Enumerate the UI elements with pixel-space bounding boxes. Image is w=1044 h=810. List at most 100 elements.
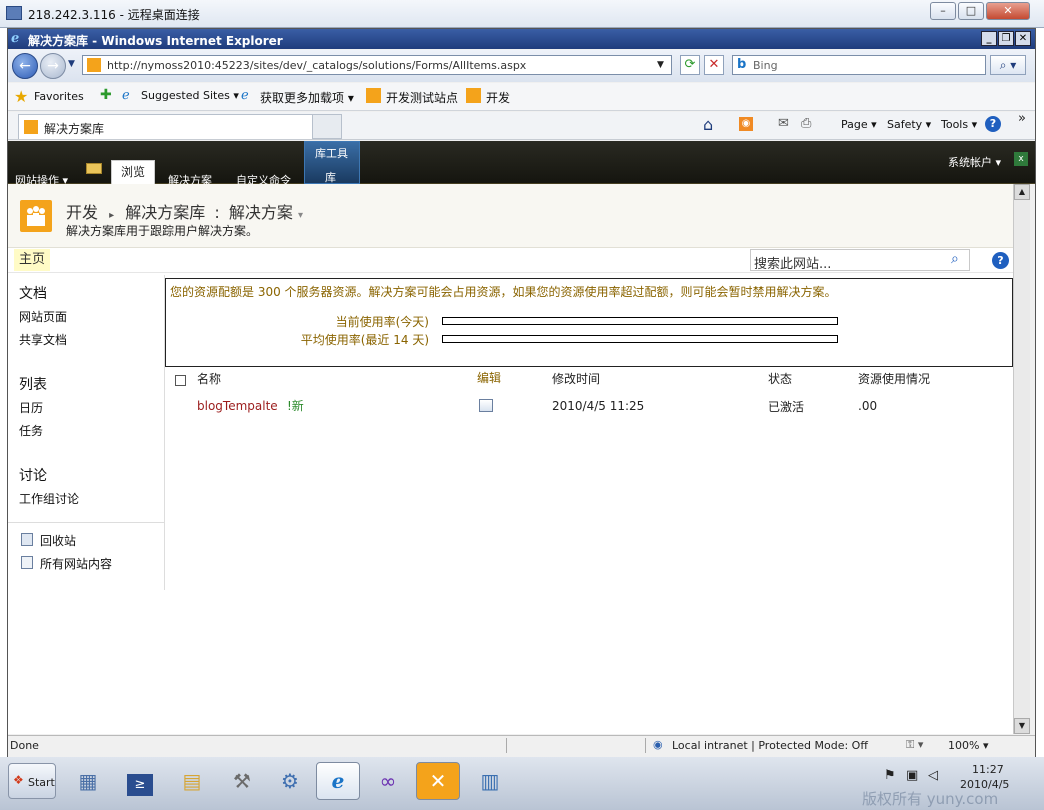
chevron-more-icon[interactable]: » [1018,111,1026,126]
nav-home[interactable]: 主页 [14,249,50,271]
rdp-title: 218.242.3.116 - 远程桌面连接 [28,8,200,22]
ie-search-box[interactable]: b Bing [732,55,986,75]
safety-menu[interactable]: Safety ▾ [887,118,931,131]
tab-title: 解决方案库 [44,122,105,136]
search-button[interactable]: ⌕ ▾ [990,55,1026,75]
clock-time[interactable]: 11:27 [972,763,1004,776]
breadcrumb-view[interactable]: 解决方案 [229,203,293,222]
solution-name-link[interactable]: blogTempalte [197,399,278,413]
excel-icon: x [1014,152,1028,166]
minimize-button[interactable]: – [930,2,956,20]
stop-icon[interactable]: ✕ [704,55,724,75]
network-icon[interactable]: ▣ [906,768,918,783]
fav-dev[interactable]: 开发 [486,89,510,106]
select-all-checkbox[interactable] [175,375,186,386]
volume-icon[interactable]: ◁ [928,768,938,783]
tools-menu[interactable]: Tools ▾ [941,118,977,131]
print-icon[interactable]: ⎙ [801,116,811,131]
start-label: Start [28,776,55,789]
tab-library[interactable]: 库 [325,169,336,185]
site-search-placeholder: 搜索此网站... [754,257,832,272]
column-header-name[interactable]: 名称 [197,370,221,387]
ql-item-shared-docs[interactable]: 共享文档 [19,331,67,348]
breadcrumb-library[interactable]: 解决方案库 [125,203,205,222]
add-favorite-icon[interactable]: ✚ [100,87,112,103]
address-bar[interactable]: http://nymoss2010:45223/sites/dev/_catal… [82,55,672,75]
edit-item-icon[interactable] [479,399,493,412]
visual-studio-icon[interactable]: ∞ [366,762,410,800]
mail-icon[interactable]: ✉ [778,116,789,131]
settings-gear-icon[interactable]: ⚙ [268,762,312,800]
scroll-down-button[interactable]: ▼ [1014,718,1030,734]
breadcrumb-colon: : [214,203,220,222]
address-url: http://nymoss2010:45223/sites/dev/_catal… [107,59,527,72]
help-icon[interactable]: ? [992,252,1009,269]
start-button[interactable]: ❖ Start [8,763,56,799]
ie-page-icon: ℯ [122,88,130,103]
page-menu[interactable]: Page ▾ [841,118,877,131]
ql-heading-discussions[interactable]: 讨论 [19,465,47,485]
security-zone[interactable]: Local intranet | Protected Mode: Off [672,739,868,752]
ql-heading-lists[interactable]: 列表 [19,374,47,394]
site-search-input[interactable]: 搜索此网站... ⌕ [750,249,970,272]
ie-tab-bar: 解决方案库 ⌂ ◉ ✉ ⎙ Page ▾ Safety ▾ Tools ▾ ? … [8,111,1035,140]
ie-search-placeholder: Bing [753,59,778,72]
help-icon[interactable]: ? [985,116,1001,132]
flag-icon[interactable]: ⚑ [884,768,896,783]
refresh-icon[interactable]: ⟳ [680,55,700,75]
ie-minimize-button[interactable]: _ [981,31,997,46]
zoom-level[interactable]: 100% ▾ [948,739,988,752]
server-manager-icon[interactable]: ▦ [66,762,110,800]
tools-icon[interactable]: ⚒ [220,762,264,800]
vertical-scrollbar[interactable]: ▲ ▼ [1013,184,1030,734]
close-button[interactable]: ✕ [986,2,1030,20]
ql-all-site-content[interactable]: 所有网站内容 [40,555,112,572]
address-dropdown-icon[interactable]: ▼ [657,60,664,70]
powershell-icon[interactable]: ≥ [118,762,162,800]
tab-browse[interactable]: 浏览 [111,160,155,184]
home-icon[interactable]: ⌂ [703,115,713,134]
navigate-up-icon[interactable] [86,163,102,174]
today-usage-bar [442,317,838,325]
column-header-modified[interactable]: 修改时间 [552,370,600,387]
usage-value: .00 [858,399,878,413]
search-icon[interactable]: ⌕ [951,251,959,267]
view-dropdown-icon[interactable]: ▾ [298,210,303,221]
ie-page-icon: ℯ [241,88,249,103]
new-tab-button[interactable] [312,114,342,139]
scroll-up-button[interactable]: ▲ [1014,184,1030,200]
favorites-bar: ★ Favorites ✚ ℯ Suggested Sites ▾ ℯ 获取更多… [8,83,1035,111]
ql-heading-documents[interactable]: 文档 [19,283,47,303]
maximize-button[interactable]: □ [958,2,984,20]
feeds-icon[interactable]: ◉ [739,117,753,131]
column-header-status[interactable]: 状态 [768,370,792,387]
fav-suggested-sites[interactable]: Suggested Sites ▾ [141,89,239,102]
ql-item-site-pages[interactable]: 网站页面 [19,308,67,325]
breadcrumb-site[interactable]: 开发 [66,203,98,222]
ql-item-calendar[interactable]: 日历 [19,399,43,416]
central-admin-icon[interactable]: ▥ [468,762,512,800]
explorer-folder-icon[interactable]: ▤ [170,762,214,800]
ql-item-tasks[interactable]: 任务 [19,422,43,439]
ie-title: 解决方案库 - Windows Internet Explorer [28,34,283,48]
ql-recycle-bin[interactable]: 回收站 [40,532,76,549]
fav-dev-test-site[interactable]: 开发测试站点 [386,89,458,106]
favorites-button[interactable]: Favorites [34,90,84,103]
ie-restore-button[interactable]: ❐ [998,31,1014,46]
windows-logo-icon: ❖ [13,773,24,787]
user-menu[interactable]: 系统帐户 ▾ [948,154,1001,170]
sharepoint-designer-icon[interactable]: ✕ [416,762,460,800]
ql-item-team-discussion[interactable]: 工作组讨论 [19,490,79,507]
rdp-titlebar: 218.242.3.116 - 远程桌面连接 – □ ✕ [0,0,1044,28]
protected-mode-icon[interactable]: ⚿ ▾ [906,738,923,752]
fav-get-addons[interactable]: 获取更多加载项 ▾ [260,89,354,106]
back-button[interactable]: ← [12,53,38,79]
history-dropdown-icon[interactable]: ▼ [68,59,75,69]
library-description: 解决方案库用于跟踪用户解决方案。 [66,224,259,238]
ie-close-button[interactable]: ✕ [1015,31,1031,46]
ie-taskbar-icon[interactable]: ℯ [316,762,360,800]
forward-button[interactable]: → [40,53,66,79]
resource-quota-panel: 您的资源配额是 300 个服务器资源。解决方案可能会占用资源，如果您的资源使用率… [165,278,1013,367]
browser-tab[interactable]: 解决方案库 [18,114,314,139]
column-header-usage[interactable]: 资源使用情况 [858,370,930,387]
